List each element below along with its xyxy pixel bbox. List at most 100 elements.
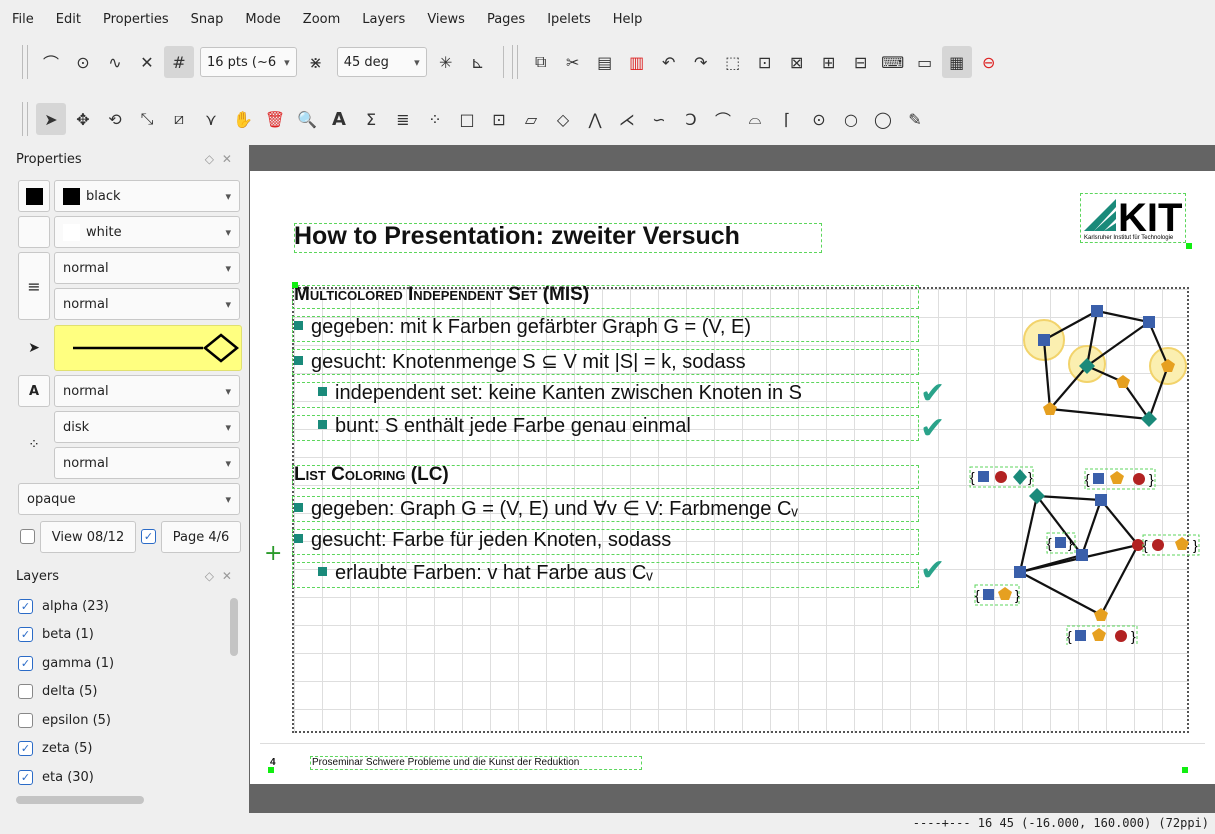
mis-subitem[interactable]: independent set: keine Kanten zwischen K… <box>318 382 802 405</box>
menu-snap[interactable]: Snap <box>191 12 224 27</box>
mis-heading[interactable]: Multicolored Independent Set (MIS) <box>294 284 589 306</box>
menu-ipelets[interactable]: Ipelets <box>547 12 591 27</box>
circle-mode-icon[interactable]: ⊙ <box>804 103 834 135</box>
menu-file[interactable]: File <box>12 12 34 27</box>
parallelogram-mode-icon[interactable]: ▱ <box>516 103 546 135</box>
keyboard-icon[interactable]: ⌨ <box>878 46 908 78</box>
stretch-mode-icon[interactable]: ⤡ <box>132 103 162 135</box>
layer-item-epsilon[interactable]: epsilon (5) <box>10 706 230 735</box>
graph-mode-icon[interactable]: ⋎ <box>196 103 226 135</box>
snap-grid-icon[interactable]: # <box>164 46 194 78</box>
layer-checkbox[interactable]: ✓ <box>18 769 33 785</box>
mis-graph[interactable] <box>1020 299 1195 434</box>
selection-handle[interactable] <box>1186 243 1192 249</box>
lc-item[interactable]: gesucht: Farbe für jeden Knoten, sodass <box>294 529 671 552</box>
toolbar-grip[interactable] <box>511 45 518 79</box>
selection-handle[interactable] <box>1182 767 1188 773</box>
pan-mode-icon[interactable]: ✋ <box>228 103 258 135</box>
layer-item-beta[interactable]: ✓ beta (1) <box>10 621 230 650</box>
view-number-button[interactable]: View 08/12 <box>40 521 136 553</box>
arc-cw-mode-icon[interactable]: ⌓ <box>740 103 770 135</box>
text-size-select[interactable]: normal ▾ <box>54 375 240 407</box>
select-mode-icon[interactable]: ➤ <box>36 103 66 135</box>
trash-mode-icon[interactable]: 🗑 <box>260 103 290 135</box>
line-mode-icon[interactable]: ⋀ <box>580 103 610 135</box>
redo-icon[interactable]: ↷ <box>686 46 716 78</box>
zoom-out-icon[interactable]: ⊟ <box>846 46 876 78</box>
grid-size-select[interactable]: 16 pts (~6 ▾ <box>200 47 297 77</box>
paste-icon[interactable]: ▤ <box>590 46 620 78</box>
opacity-select[interactable]: opaque ▾ <box>18 483 240 515</box>
menu-views[interactable]: Views <box>427 12 465 27</box>
layer-item-gamma[interactable]: ✓ gamma (1) <box>10 649 230 678</box>
layers-vertical-scrollbar[interactable] <box>230 598 238 656</box>
snap-angle-icon[interactable]: ⋇ <box>301 46 331 78</box>
mark-shape-select[interactable]: disk ▾ <box>54 411 240 443</box>
menu-edit[interactable]: Edit <box>56 12 81 27</box>
paragraph-mode-icon[interactable]: ≣ <box>388 103 418 135</box>
arc-mode-icon[interactable]: ⌒ <box>708 103 738 135</box>
selection-handle[interactable] <box>268 767 274 773</box>
delete-icon[interactable]: ▥ <box>622 46 652 78</box>
layer-item-delta[interactable]: delta (5) <box>10 678 230 707</box>
layer-checkbox[interactable] <box>18 712 33 728</box>
selection-handle[interactable] <box>292 282 298 288</box>
shear-mode-icon[interactable]: ⧄ <box>164 103 194 135</box>
zoom-fit-icon[interactable]: ⬚ <box>718 46 748 78</box>
polyline-mode-icon[interactable]: ⋌ <box>612 103 642 135</box>
page-number-button[interactable]: Page 4/6 <box>161 521 241 553</box>
math-mode-icon[interactable]: Σ <box>356 103 386 135</box>
lc-subitem[interactable]: erlaubte Farben: v hat Farbe aus Cᵥ <box>318 562 653 585</box>
zoom-page-icon[interactable]: ⊡ <box>750 46 780 78</box>
layer-checkbox[interactable]: ✓ <box>18 655 33 671</box>
splinegon-mode-icon[interactable]: Ↄ <box>676 103 706 135</box>
text-mode-icon[interactable]: A <box>324 103 354 135</box>
circle-3pt-mode-icon[interactable]: ○ <box>836 103 866 135</box>
ink-mode-icon[interactable]: ✎ <box>900 103 930 135</box>
undo-icon[interactable]: ↶ <box>654 46 684 78</box>
layer-checkbox[interactable] <box>18 684 33 700</box>
translate-mode-icon[interactable]: ✥ <box>68 103 98 135</box>
dock-controls[interactable]: ◇✕ <box>205 569 240 583</box>
layer-checkbox[interactable]: ✓ <box>18 627 33 643</box>
snap-center-icon[interactable]: ⊙ <box>68 46 98 78</box>
polygon-mode-icon[interactable]: ◇ <box>548 103 578 135</box>
dash-style-select[interactable]: normal ▾ <box>54 288 240 320</box>
magnifier-mode-icon[interactable]: 🔍 <box>292 103 322 135</box>
page-marked-checkbox[interactable]: ✓ <box>141 529 156 544</box>
mark-size-select[interactable]: normal ▾ <box>54 447 240 479</box>
mark-mode-icon[interactable]: ⁘ <box>420 103 450 135</box>
ellipse-mode-icon[interactable]: ◯ <box>868 103 898 135</box>
layer-item-eta[interactable]: ✓ eta (30) <box>10 763 230 792</box>
spline-mode-icon[interactable]: ∽ <box>644 103 674 135</box>
snap-intersection-icon[interactable]: ✕ <box>132 46 162 78</box>
fill-color-select[interactable]: white ▾ <box>54 216 240 248</box>
mis-item[interactable]: gesucht: Knotenmenge S ⊆ V mit |S| = k, … <box>294 349 746 374</box>
menu-zoom[interactable]: Zoom <box>303 12 340 27</box>
zoom-reset-icon[interactable]: ⊖ <box>974 46 1004 78</box>
layers-horizontal-scrollbar[interactable] <box>16 796 144 804</box>
mis-subitem[interactable]: bunt: S enthält jede Farbe genau einmal <box>318 415 691 438</box>
zoom-in-icon[interactable]: ⊞ <box>814 46 844 78</box>
view-marked-checkbox[interactable] <box>20 529 35 544</box>
rectangle-mode-icon[interactable]: □ <box>452 103 482 135</box>
lc-heading[interactable]: List Coloring (LC) <box>294 464 449 486</box>
snap-custom-icon[interactable]: ⊾ <box>463 46 493 78</box>
menu-pages[interactable]: Pages <box>487 12 525 27</box>
footer-text[interactable]: Proseminar Schwere Probleme und die Kuns… <box>312 757 579 768</box>
layer-checkbox[interactable]: ✓ <box>18 741 33 757</box>
canvas-area[interactable]: How to Presentation: zweiter Versuch KIT… <box>249 145 1215 813</box>
snap-boundary-icon[interactable]: ∿ <box>100 46 130 78</box>
arrow-style-button[interactable] <box>54 325 242 371</box>
zoom-selection-icon[interactable]: ⊠ <box>782 46 812 78</box>
fill-color-button[interactable] <box>18 216 50 248</box>
grid-toggle-icon[interactable]: ▦ <box>941 46 972 78</box>
mis-item[interactable]: gegeben: mit k Farben gefärbter Graph G … <box>294 316 751 339</box>
box-mode-icon[interactable]: ⊡ <box>484 103 514 135</box>
dock-controls[interactable]: ◇✕ <box>205 152 240 166</box>
slide-title[interactable]: How to Presentation: zweiter Versuch <box>294 222 740 251</box>
bookmark-icon[interactable]: ▭ <box>910 46 940 78</box>
layer-item-alpha[interactable]: ✓ alpha (23) <box>10 592 230 621</box>
rotate-mode-icon[interactable]: ⟲ <box>100 103 130 135</box>
menu-layers[interactable]: Layers <box>362 12 405 27</box>
